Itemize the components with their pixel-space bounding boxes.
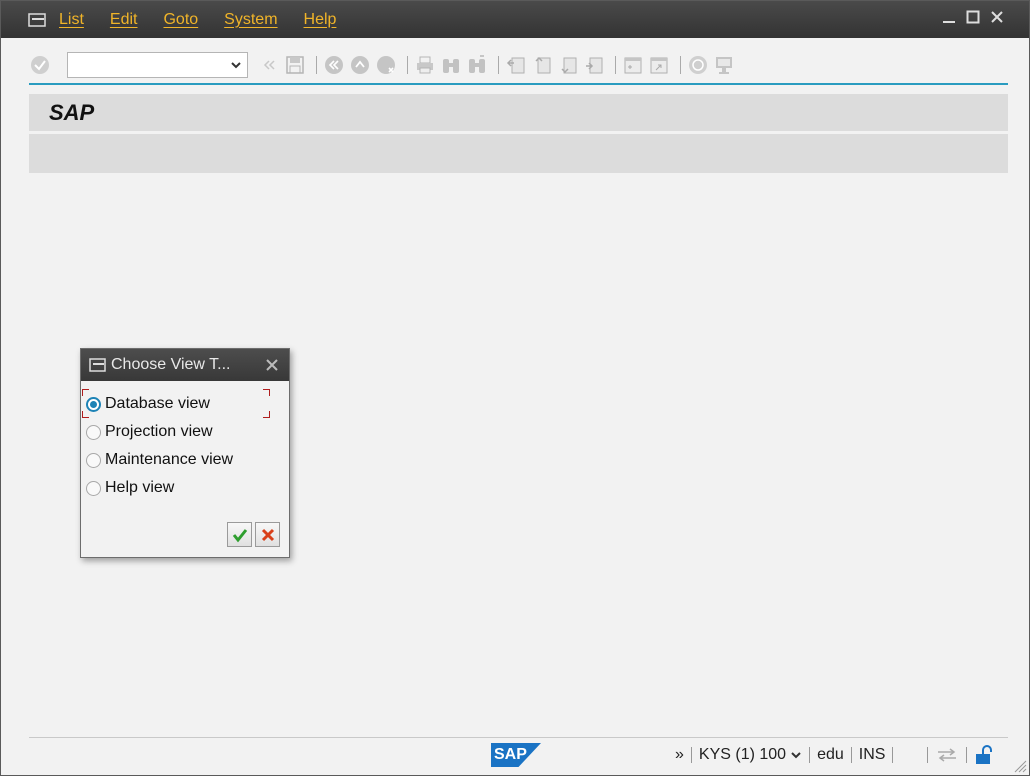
back-icon[interactable] [323, 54, 345, 76]
checkmark-icon [232, 528, 247, 542]
menu-edit[interactable]: Edit [110, 11, 138, 29]
focus-corner [263, 389, 270, 396]
sap-gui-window: List Edit Goto System Help SAP Choose Vi… [0, 0, 1030, 776]
help-icon[interactable] [687, 54, 709, 76]
option-help-view[interactable]: Help view [86, 477, 174, 499]
menu-goto[interactable]: Goto [163, 11, 198, 29]
last-page-icon[interactable] [583, 54, 605, 76]
radio-button-selected[interactable] [86, 396, 101, 412]
command-input[interactable] [68, 53, 218, 77]
option-database-view[interactable]: Database view [86, 393, 210, 415]
expand-status-button[interactable]: » [675, 746, 684, 764]
choose-view-type-dialog: Choose View T... Database view Projectio… [80, 348, 290, 558]
title-bar: SAP [29, 94, 1008, 131]
exit-icon[interactable] [349, 54, 371, 76]
menu-system[interactable]: System [224, 11, 277, 29]
save-icon[interactable] [284, 54, 306, 76]
radio-button[interactable] [86, 480, 101, 496]
option-maintenance-view[interactable]: Maintenance view [86, 449, 233, 471]
system-info[interactable]: KYS (1) 100 [699, 746, 786, 764]
shortcut-icon[interactable] [648, 54, 670, 76]
toolbar-separator [615, 56, 616, 74]
resize-grip-icon[interactable] [1013, 759, 1027, 773]
option-projection-view[interactable]: Projection view [86, 421, 213, 443]
chevron-down-icon[interactable] [230, 59, 242, 71]
customize-layout-icon[interactable] [713, 54, 735, 76]
status-separator [892, 747, 894, 763]
status-separator [690, 747, 692, 763]
server-name: edu [817, 746, 844, 763]
print-icon[interactable] [414, 54, 436, 76]
toolbar-separator [680, 56, 681, 74]
window-menu-icon[interactable] [27, 12, 49, 28]
dialog-titlebar: Choose View T... [81, 349, 289, 381]
transfer-icon[interactable] [935, 746, 959, 764]
status-separator [850, 747, 852, 763]
option-label: Help view [105, 479, 175, 496]
minimize-icon[interactable] [941, 9, 957, 25]
toolbar-separator [407, 56, 408, 74]
status-separator [927, 747, 929, 763]
toolbar-separator [498, 56, 499, 74]
cancel-x-icon [261, 528, 274, 541]
unlock-icon[interactable] [974, 745, 996, 765]
screen-title: SAP [49, 100, 95, 125]
option-label: Maintenance view [105, 451, 234, 468]
radio-button[interactable] [86, 424, 101, 440]
previous-page-icon[interactable] [531, 54, 553, 76]
application-toolbar [29, 134, 1008, 173]
status-separator [966, 747, 968, 763]
close-icon[interactable] [265, 358, 279, 372]
radio-button[interactable] [86, 452, 101, 468]
next-page-icon[interactable] [557, 54, 579, 76]
dialog-title: Choose View T... [111, 356, 231, 373]
insert-mode[interactable]: INS [859, 746, 886, 764]
status-divider [29, 737, 1008, 738]
find-icon[interactable] [440, 54, 462, 76]
focus-corner [263, 411, 270, 418]
first-page-icon[interactable] [505, 54, 527, 76]
chevron-down-icon[interactable] [790, 749, 802, 761]
enter-icon[interactable] [29, 54, 51, 76]
window-controls [941, 9, 1005, 25]
find-next-icon[interactable] [466, 54, 488, 76]
create-session-icon[interactable] [622, 54, 644, 76]
cancel-icon[interactable] [375, 54, 397, 76]
menu-bar: List Edit Goto System Help [1, 1, 1029, 38]
option-label: Projection view [105, 423, 213, 440]
close-icon[interactable] [989, 9, 1005, 25]
window-menu-icon[interactable] [89, 358, 107, 372]
menu-help[interactable]: Help [304, 11, 337, 29]
command-field[interactable] [67, 52, 248, 78]
cancel-button[interactable] [255, 522, 280, 547]
toolbar-separator [316, 56, 317, 74]
option-label: Database view [105, 395, 210, 412]
maximize-icon[interactable] [965, 9, 981, 25]
status-bar: SAP » KYS (1) 100 edu INS [491, 741, 996, 769]
sap-logo: SAP [491, 743, 541, 767]
continue-button[interactable] [227, 522, 252, 547]
toolbar-accent-line [29, 83, 1008, 85]
double-chevron-left-icon[interactable] [258, 54, 280, 76]
menu-list[interactable]: List [59, 11, 84, 29]
status-separator [809, 747, 811, 763]
standard-toolbar [29, 47, 1009, 83]
